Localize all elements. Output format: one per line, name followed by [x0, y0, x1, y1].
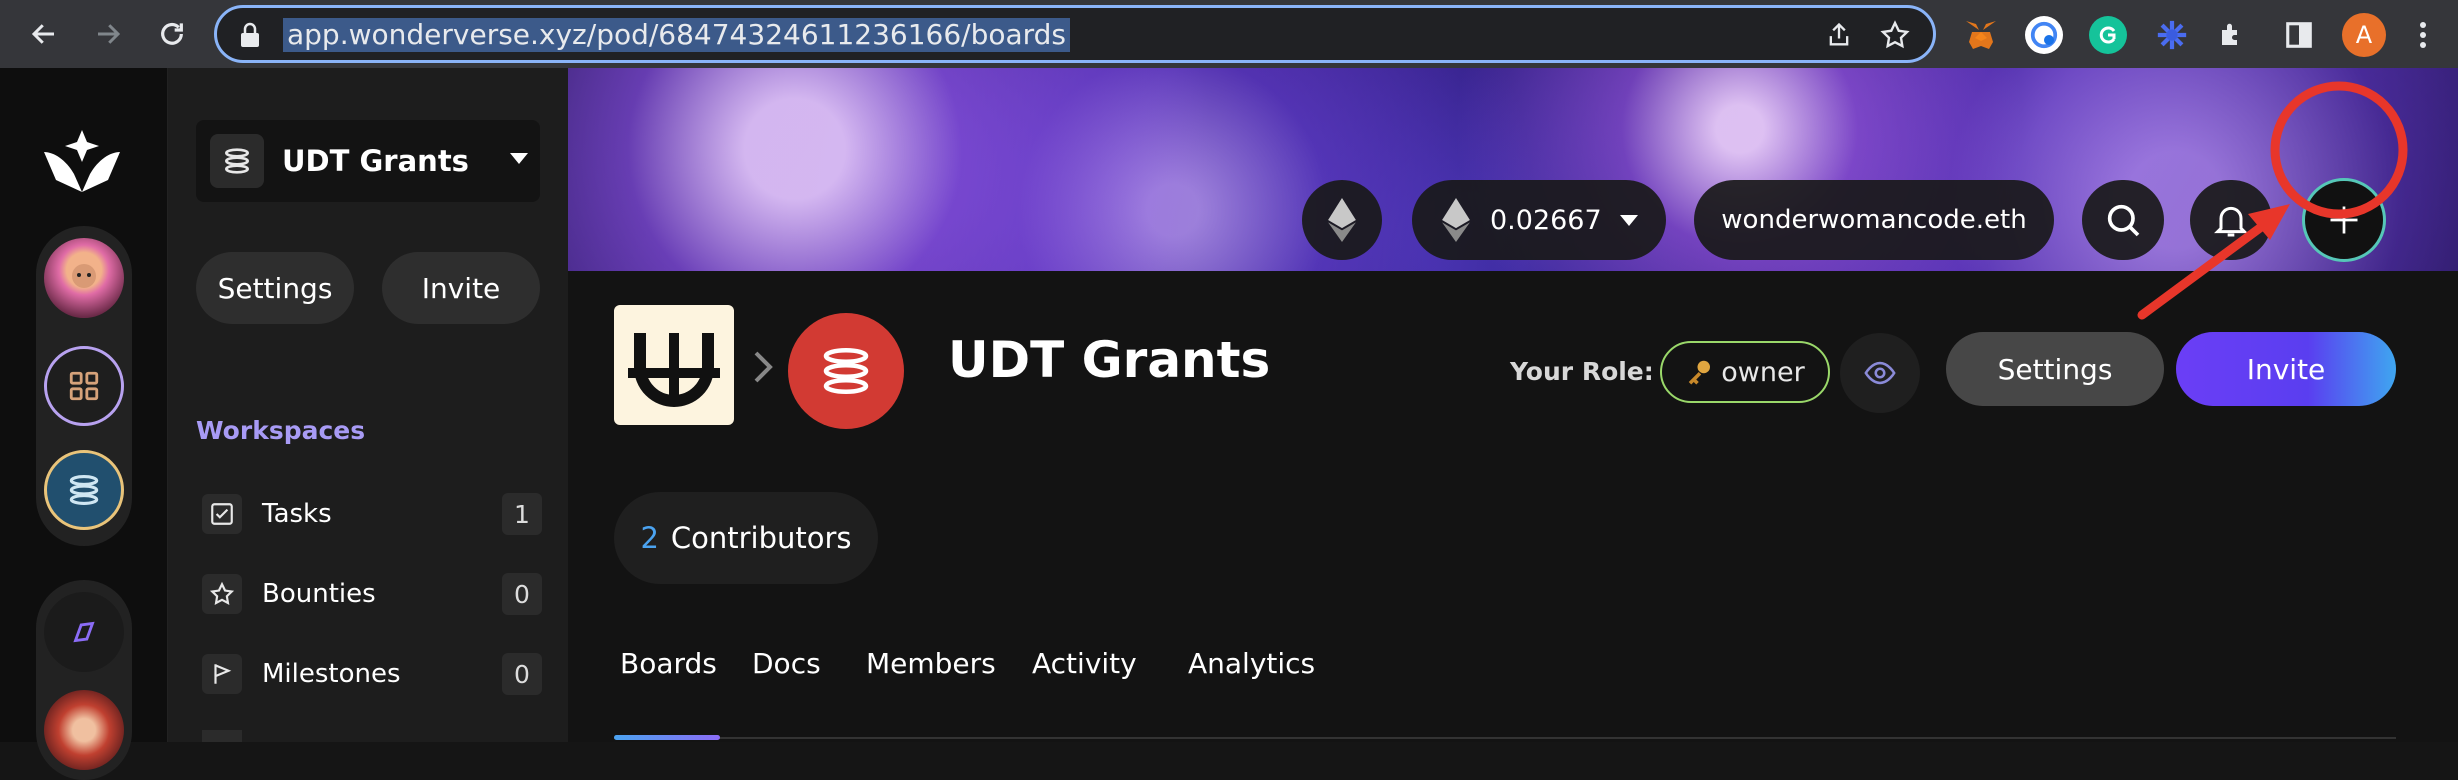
- pod-selector[interactable]: UDT Grants: [196, 120, 540, 202]
- contributors-label: Contributors: [670, 521, 852, 555]
- network-button[interactable]: [1302, 180, 1382, 260]
- metamask-extension-icon[interactable]: [1962, 16, 2000, 54]
- url-text[interactable]: app.wonderverse.xyz/pod/6847432461123616…: [283, 18, 1071, 52]
- back-arrow-icon: [31, 24, 54, 44]
- tab-analytics[interactable]: Analytics: [1188, 647, 1315, 680]
- sidebar-item-count: 1: [502, 493, 542, 535]
- profile-avatar[interactable]: A: [2342, 13, 2386, 57]
- tab-activity[interactable]: Activity: [1032, 647, 1137, 680]
- compass-icon: [73, 621, 95, 643]
- role-label: Your Role:: [1510, 357, 1654, 386]
- lock-icon: [241, 22, 259, 47]
- partial-item-icon: [202, 730, 242, 742]
- bookmark-star-icon[interactable]: [1879, 19, 1911, 51]
- pod-logo: [788, 313, 904, 429]
- sidebar-item-label: Bounties: [262, 579, 376, 609]
- rail-explore-button[interactable]: [44, 592, 124, 672]
- sidebar-item-count: 0: [502, 573, 542, 615]
- role-badge[interactable]: owner: [1660, 341, 1830, 403]
- settings-button[interactable]: Settings: [1946, 332, 2164, 406]
- asterisk-extension-icon[interactable]: [2153, 16, 2191, 54]
- pod-sidebar: UDT Grants Settings Invite Workspaces Ta…: [168, 68, 568, 742]
- wonderverse-logo-icon[interactable]: [40, 122, 124, 200]
- invite-button[interactable]: Invite: [2176, 332, 2396, 406]
- pod-banner: 0.02667 wonderwomancode.eth: [568, 68, 2458, 271]
- grid-icon: [69, 371, 99, 401]
- contributors-count: 2: [640, 521, 659, 555]
- search-button[interactable]: [2082, 180, 2164, 260]
- wallet-address-button[interactable]: wonderwomancode.eth: [1694, 180, 2054, 260]
- chevron-right-icon: [754, 351, 773, 383]
- create-button[interactable]: [2302, 178, 2386, 262]
- forward-button[interactable]: [86, 12, 130, 56]
- page-title: UDT Grants: [948, 331, 1271, 389]
- balance-value: 0.02667: [1490, 204, 1602, 236]
- user-avatar[interactable]: [44, 238, 124, 318]
- tab-docs[interactable]: Docs: [752, 647, 821, 680]
- share-icon[interactable]: [1825, 20, 1853, 50]
- org-logo-icon: [628, 333, 720, 407]
- tab-members[interactable]: Members: [866, 647, 996, 680]
- role-value: owner: [1721, 356, 1805, 388]
- active-tab-indicator: [614, 735, 720, 740]
- reload-button[interactable]: [150, 12, 194, 56]
- wallet-balance-button[interactable]: 0.02667: [1412, 180, 1666, 260]
- reload-icon: [161, 22, 183, 45]
- eye-icon: [1864, 361, 1896, 385]
- side-panel-icon[interactable]: [2280, 16, 2318, 54]
- sidebar-item-label: Milestones: [262, 659, 401, 689]
- sidebar-item-tasks[interactable]: Tasks 1: [202, 491, 542, 537]
- flag-icon: [202, 654, 242, 694]
- workspaces-heading: Workspaces: [196, 416, 366, 445]
- pod-stack-icon: [823, 348, 869, 394]
- pod-stack-icon: [210, 134, 264, 188]
- ethereum-icon: [1442, 198, 1470, 242]
- avatar-face-icon: [72, 264, 96, 288]
- privacy-extension-icon[interactable]: [2025, 16, 2063, 54]
- grammarly-extension-icon[interactable]: [2089, 16, 2127, 54]
- rail-org-avatar[interactable]: [44, 690, 124, 770]
- profile-initial: A: [2355, 21, 2373, 49]
- notifications-button[interactable]: [2190, 180, 2272, 260]
- rail-bottom-group: [36, 580, 132, 780]
- sidebar-item-bounties[interactable]: Bounties 0: [202, 571, 542, 617]
- ethereum-icon: [1328, 198, 1356, 242]
- bell-icon: [2214, 206, 2248, 237]
- chevron-down-icon: [510, 153, 528, 164]
- app-rail: [0, 68, 168, 780]
- tabs-divider: [614, 737, 2396, 739]
- checkbox-icon: [202, 494, 242, 534]
- tab-boards[interactable]: Boards: [620, 647, 717, 680]
- browser-menu-icon[interactable]: [2404, 16, 2442, 54]
- browser-toolbar: app.wonderverse.xyz/pod/6847432461123616…: [0, 0, 2458, 68]
- rail-workspace-grid-button[interactable]: [44, 346, 124, 426]
- pod-tabs: Boards Docs Members Activity Analytics: [614, 647, 2396, 742]
- sidebar-settings-button[interactable]: Settings: [196, 252, 354, 324]
- rail-pod-group: [36, 226, 132, 546]
- pod-main: UDT Grants Your Role: owner Settings Inv…: [568, 271, 2458, 742]
- sidebar-invite-button[interactable]: Invite: [382, 252, 540, 324]
- extensions-puzzle-icon[interactable]: [2213, 16, 2251, 54]
- back-button[interactable]: [22, 12, 66, 56]
- forward-arrow-icon: [98, 24, 121, 44]
- star-icon: [202, 574, 242, 614]
- rail-pod-button[interactable]: [44, 450, 124, 530]
- pod-stack-icon: [69, 474, 99, 506]
- sidebar-item-label: Tasks: [262, 499, 332, 529]
- chevron-down-icon: [1619, 214, 1638, 226]
- sidebar-item-count: 0: [502, 653, 542, 695]
- watch-button[interactable]: [1840, 333, 1920, 413]
- sidebar-item-partial: [202, 730, 542, 742]
- contributors-button[interactable]: 2 Contributors: [614, 492, 878, 584]
- sidebar-item-milestones[interactable]: Milestones 0: [202, 651, 542, 697]
- address-bar[interactable]: app.wonderverse.xyz/pod/6847432461123616…: [214, 5, 1936, 63]
- key-icon: [1689, 360, 1711, 385]
- pod-selector-name: UDT Grants: [282, 144, 469, 178]
- search-icon: [2107, 204, 2140, 237]
- plus-icon: [2330, 206, 2358, 234]
- org-logo[interactable]: [614, 305, 734, 425]
